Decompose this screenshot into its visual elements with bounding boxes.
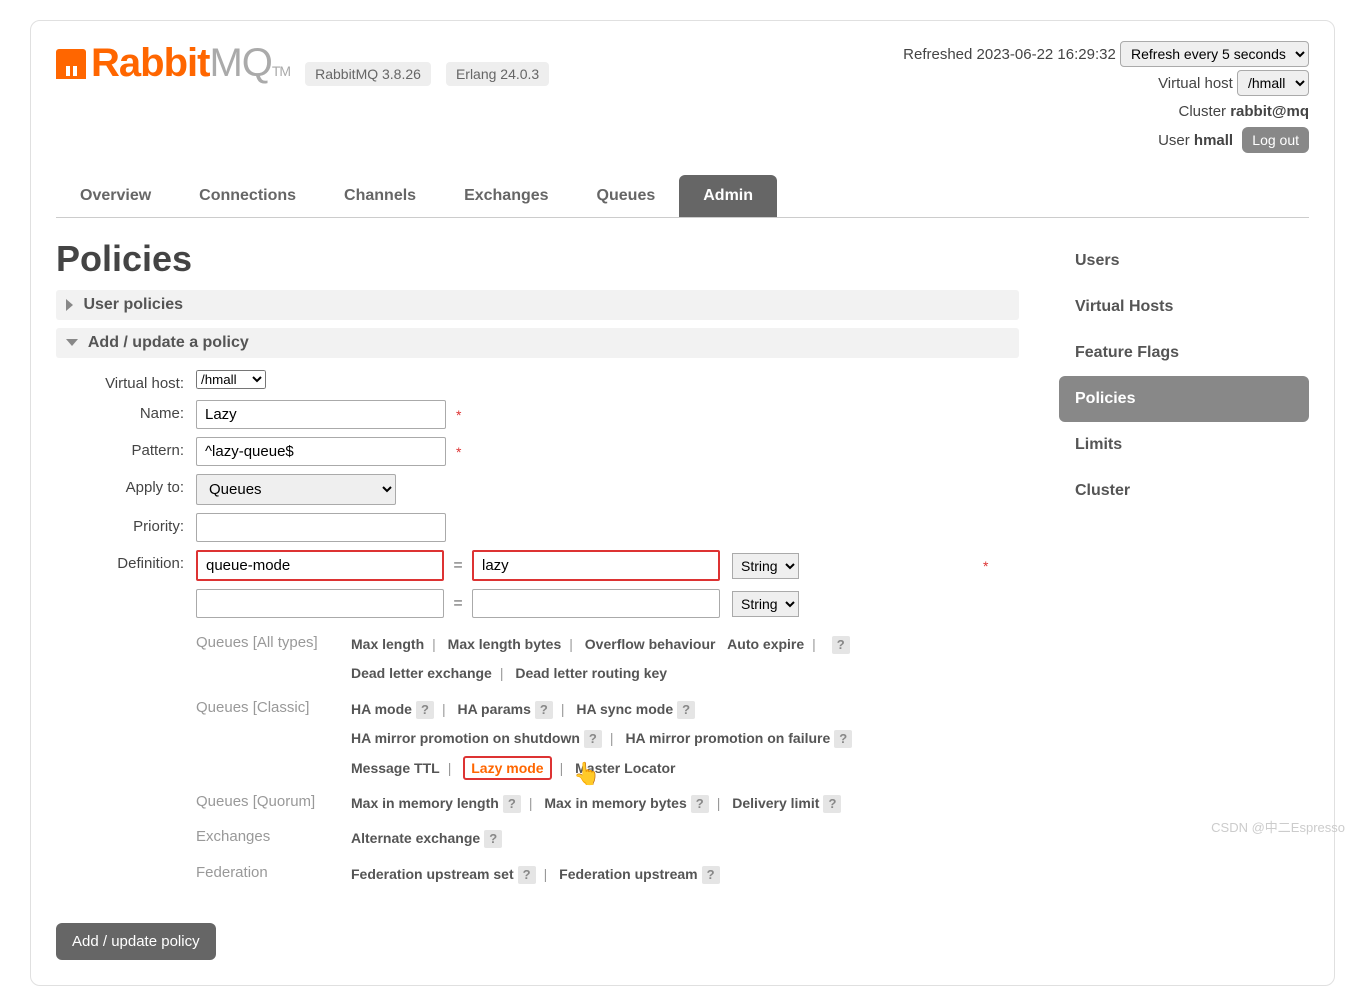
logout-button[interactable]: Log out: [1242, 127, 1309, 153]
hint-max-length[interactable]: Max length: [351, 636, 424, 652]
hint-mem-bytes[interactable]: Max in memory bytes: [544, 795, 686, 811]
input-def-key[interactable]: [196, 550, 444, 581]
admin-sidebar: Users Virtual Hosts Feature Flags Polici…: [1059, 238, 1309, 960]
cluster-name: rabbit@mq: [1230, 103, 1309, 120]
sidebar-item-limits[interactable]: Limits: [1059, 422, 1309, 468]
sidebar-item-cluster[interactable]: Cluster: [1059, 468, 1309, 514]
hint-lazy-mode[interactable]: Lazy mode: [463, 756, 551, 780]
rabbitmq-version: RabbitMQ 3.8.26: [305, 62, 431, 86]
help-icon[interactable]: ?: [535, 701, 553, 719]
tab-channels[interactable]: Channels: [320, 175, 440, 217]
equals-sign: =: [448, 557, 468, 575]
vhost-select[interactable]: /hmall: [1237, 70, 1309, 96]
erlang-version: Erlang 24.0.3: [446, 62, 549, 86]
sidebar-item-policies[interactable]: Policies: [1059, 376, 1309, 422]
hint-ha-sync[interactable]: HA sync mode: [576, 701, 673, 717]
sidebar-item-vhosts[interactable]: Virtual Hosts: [1059, 284, 1309, 330]
input-pattern[interactable]: [196, 437, 446, 466]
hint-ha-mode[interactable]: HA mode: [351, 701, 412, 717]
hint-auto-expire[interactable]: Auto expire: [727, 636, 804, 652]
label-vhost: Virtual host:: [56, 370, 196, 392]
hint-fed-set[interactable]: Federation upstream set: [351, 866, 514, 882]
label-apply-to: Apply to:: [56, 474, 196, 496]
help-icon[interactable]: ?: [834, 730, 852, 748]
help-icon[interactable]: ?: [416, 701, 434, 719]
select-vhost[interactable]: /hmall: [196, 370, 266, 389]
required-mark: *: [983, 558, 988, 574]
input-def-val-2[interactable]: [472, 589, 720, 618]
tab-overview[interactable]: Overview: [56, 175, 175, 217]
logo: RabbitMQTM: [56, 41, 290, 86]
input-priority[interactable]: [196, 513, 446, 542]
required-mark: *: [456, 444, 461, 460]
hint-label-federation: Federation: [196, 860, 351, 881]
hint-max-length-bytes[interactable]: Max length bytes: [448, 636, 562, 652]
help-icon[interactable]: ?: [677, 701, 695, 719]
chevron-right-icon: [66, 299, 73, 311]
hint-alt-exchange[interactable]: Alternate exchange: [351, 830, 480, 846]
hint-label-exchanges: Exchanges: [196, 824, 351, 845]
sidebar-item-flags[interactable]: Feature Flags: [1059, 330, 1309, 376]
equals-sign: =: [448, 595, 468, 613]
refreshed-time: 2023-06-22 16:29:32: [977, 46, 1116, 63]
page-title: Policies: [56, 238, 1019, 280]
hint-label-classic: Queues [Classic]: [196, 695, 351, 716]
label-priority: Priority:: [56, 513, 196, 535]
hint-label-quorum: Queues [Quorum]: [196, 789, 351, 810]
help-icon[interactable]: ?: [518, 866, 536, 884]
cluster-label: Cluster: [1179, 103, 1227, 120]
main-nav: Overview Connections Channels Exchanges …: [56, 175, 1309, 218]
help-icon[interactable]: ?: [823, 795, 841, 813]
section-user-policies[interactable]: User policies: [56, 290, 1019, 320]
hint-ha-failure[interactable]: HA mirror promotion on failure: [625, 730, 830, 746]
tab-exchanges[interactable]: Exchanges: [440, 175, 572, 217]
hint-dlrk[interactable]: Dead letter routing key: [515, 665, 667, 681]
hint-mem-length[interactable]: Max in memory length: [351, 795, 499, 811]
rabbitmq-icon: [56, 49, 86, 79]
input-def-key-2[interactable]: [196, 589, 444, 618]
tab-admin[interactable]: Admin: [679, 175, 777, 217]
hint-ha-shutdown[interactable]: HA mirror promotion on shutdown: [351, 730, 580, 746]
hint-overflow[interactable]: Overflow behaviour: [585, 636, 716, 652]
cursor-icon: 👆: [573, 751, 600, 797]
help-icon[interactable]: ?: [702, 866, 720, 884]
input-def-val[interactable]: [472, 550, 720, 581]
user-label: User: [1158, 132, 1190, 149]
help-icon[interactable]: ?: [832, 636, 850, 654]
chevron-down-icon: [66, 339, 78, 346]
section-add-policy[interactable]: Add / update a policy: [56, 328, 1019, 358]
hint-delivery-limit[interactable]: Delivery limit: [732, 795, 819, 811]
help-icon[interactable]: ?: [584, 730, 602, 748]
refreshed-label: Refreshed: [903, 46, 972, 63]
help-icon[interactable]: ?: [691, 795, 709, 813]
select-def-type-2[interactable]: String: [732, 591, 799, 617]
input-name[interactable]: [196, 400, 446, 429]
hint-msg-ttl[interactable]: Message TTL: [351, 760, 440, 776]
label-definition: Definition:: [56, 550, 196, 572]
tab-connections[interactable]: Connections: [175, 175, 320, 217]
watermark: CSDN @中二Espresso: [1211, 817, 1345, 836]
hint-label-all: Queues [All types]: [196, 630, 351, 651]
user-name: hmall: [1194, 132, 1233, 149]
hint-fed-upstream[interactable]: Federation upstream: [559, 866, 697, 882]
submit-button[interactable]: Add / update policy: [56, 923, 216, 960]
tab-queues[interactable]: Queues: [573, 175, 680, 217]
select-apply-to[interactable]: Queues: [196, 474, 396, 505]
sidebar-item-users[interactable]: Users: [1059, 238, 1309, 284]
select-def-type[interactable]: String: [732, 553, 799, 579]
vhost-label: Virtual host: [1158, 75, 1233, 92]
refresh-interval-select[interactable]: Refresh every 5 seconds: [1120, 41, 1309, 67]
help-icon[interactable]: ?: [503, 795, 521, 813]
hint-ha-params[interactable]: HA params: [457, 701, 530, 717]
label-pattern: Pattern:: [56, 437, 196, 459]
required-mark: *: [456, 407, 461, 423]
hint-dlx[interactable]: Dead letter exchange: [351, 665, 492, 681]
label-name: Name:: [56, 400, 196, 422]
